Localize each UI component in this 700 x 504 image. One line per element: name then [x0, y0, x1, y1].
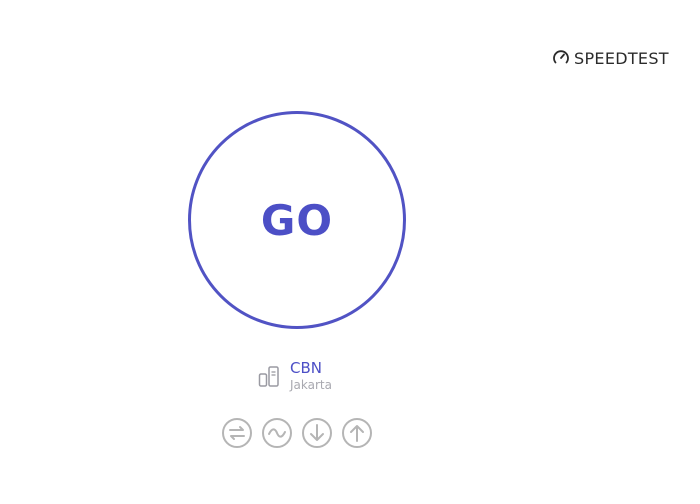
download-icon[interactable]	[301, 417, 333, 449]
go-button[interactable]: GO	[188, 111, 406, 329]
server-location: Jakarta	[290, 377, 332, 392]
upload-icon[interactable]	[341, 417, 373, 449]
server-selector[interactable]: CBN Jakarta	[258, 360, 332, 392]
speedtest-logo: SPEEDTEST	[552, 47, 669, 69]
single-connection-icon[interactable]	[261, 417, 293, 449]
isp-name: CBN	[290, 359, 322, 377]
speedometer-icon	[553, 50, 569, 64]
connection-mode-icons	[221, 417, 373, 449]
brand-name: SPEEDTEST	[574, 48, 669, 68]
server-icon	[258, 366, 279, 387]
multi-connection-icon[interactable]	[221, 417, 253, 449]
go-label: GO	[260, 195, 334, 245]
